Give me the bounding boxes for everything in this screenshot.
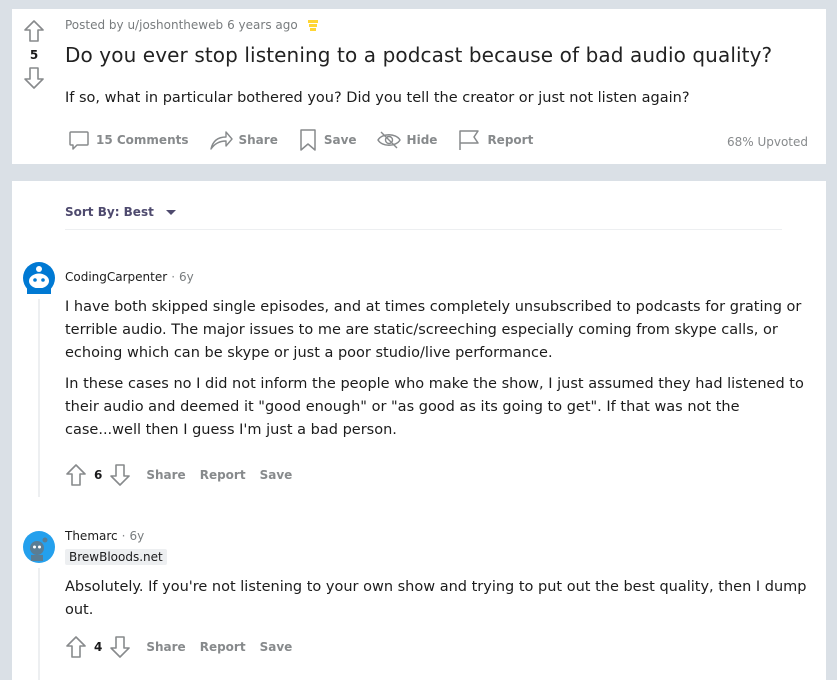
post-card: 5 Posted by u/joshontheweb 6 years ago D… [12,9,826,164]
upvote-percentage: 68% Upvoted [726,135,808,149]
post-body: If so, what in particular bothered you? … [65,90,690,106]
separator-dot: · [171,270,176,284]
award-icon[interactable] [307,19,318,31]
user-flair: BrewBloods.net [65,549,167,565]
comment-body: I have both skipped single episodes, and… [65,296,810,450]
comment-score: 4 [94,640,103,654]
share-button[interactable]: Share [146,640,185,654]
post-actions: 15 Comments Share Save Hide Report [68,128,553,152]
hide-label: Hide [406,133,438,147]
flag-icon [459,130,480,150]
comment-body: Absolutely. If you're not listening to y… [65,576,810,630]
post-author[interactable]: Posted by u/joshontheweb [65,18,223,32]
comment-header: CodingCarpenter · 6y [65,270,194,284]
post-title[interactable]: Do you ever stop listening to a podcast … [65,43,772,67]
thread-line[interactable] [38,299,40,497]
post-meta: Posted by u/joshontheweb 6 years ago [65,18,318,32]
caret-down-icon [165,209,176,215]
save-button[interactable]: Save [260,468,293,482]
share-button[interactable]: Share [209,129,278,151]
report-button[interactable]: Report [200,468,246,482]
post-vote-column: 5 [12,9,56,90]
comment-age[interactable]: 6y [129,529,144,543]
comment-header: Themarc · 6y [65,529,144,543]
upvote-icon[interactable] [64,463,88,487]
report-button[interactable]: Report [457,128,533,152]
avatar[interactable] [23,262,55,294]
eye-slash-icon [376,131,401,149]
share-button[interactable]: Share [146,468,185,482]
comment-paragraph: I have both skipped single episodes, and… [65,299,802,361]
upvote-icon[interactable] [64,635,88,659]
report-button[interactable]: Report [200,640,246,654]
comment-icon [69,131,89,150]
share-label: Share [238,133,278,147]
bookmark-icon [300,129,316,151]
share-icon [209,131,233,150]
comment-age[interactable]: 6y [179,270,194,284]
hide-button[interactable]: Hide [376,130,438,150]
comment-actions: 6 Share Report Save [64,463,292,487]
report-label: Report [487,133,534,147]
comments-card: Sort By: Best CodingCarpenter · 6y I hav… [12,181,826,680]
upvote-icon[interactable] [22,19,46,43]
comment-author[interactable]: CodingCarpenter [65,270,167,284]
downvote-icon[interactable] [108,463,132,487]
save-button[interactable]: Save [298,128,357,152]
post-score: 5 [29,48,39,62]
save-label: Save [323,133,357,147]
separator-dot: · [121,529,126,543]
comments-label: 15 Comments [96,133,189,147]
comment-author[interactable]: Themarc [65,529,118,543]
downvote-icon[interactable] [22,66,46,90]
downvote-icon[interactable] [108,635,132,659]
thread-line[interactable] [38,568,40,680]
sort-label: Sort By: Best [65,205,154,219]
comments-button[interactable]: 15 Comments [68,129,189,151]
divider [65,229,782,230]
sort-dropdown[interactable]: Sort By: Best [65,205,176,219]
comment-score: 6 [94,468,103,482]
save-button[interactable]: Save [260,640,293,654]
post-age: 6 years ago [227,18,298,32]
comment-actions: 4 Share Report Save [64,635,292,659]
avatar[interactable] [23,531,55,563]
comment-paragraph: Absolutely. If you're not listening to y… [65,579,807,618]
comment-paragraph: In these cases no I did not inform the p… [65,376,804,438]
